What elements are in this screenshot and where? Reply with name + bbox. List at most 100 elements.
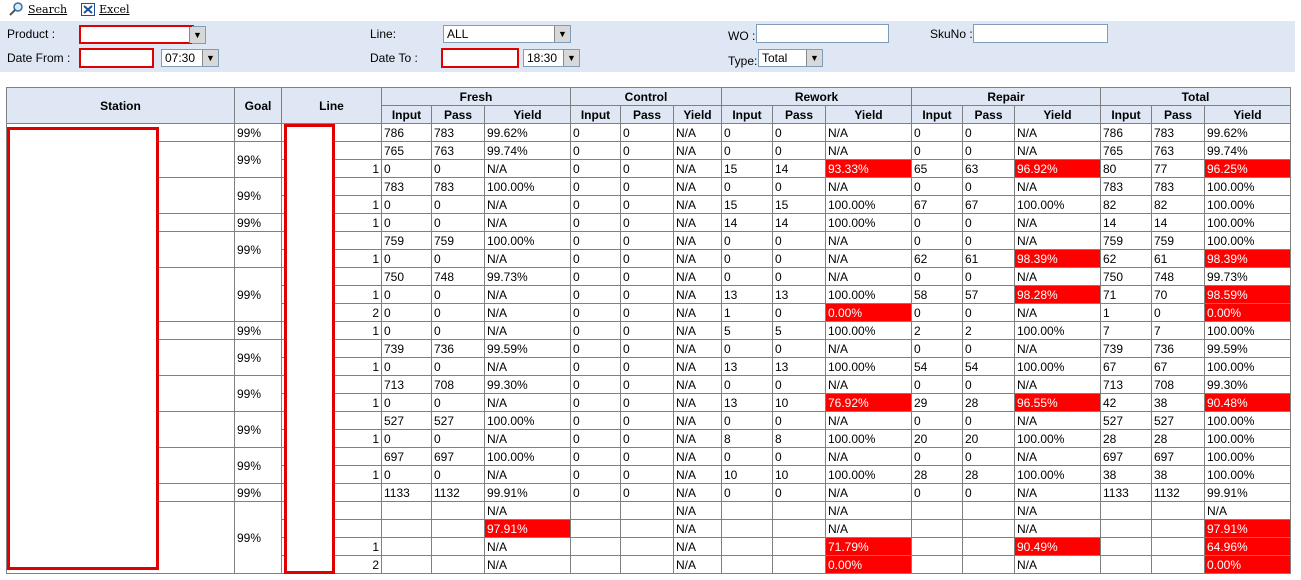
data-cell: 0 [911,339,963,358]
data-cell [381,501,432,520]
data-cell: 100.00% [1204,195,1291,214]
skuno-input[interactable] [973,24,1108,43]
time-from-select[interactable]: 07:30 ▼ [161,49,219,67]
data-cell: 100.00% [1014,195,1101,214]
data-cell: 14 [1151,213,1205,232]
product-select[interactable] [79,25,194,44]
search-label[interactable]: Search [28,3,67,16]
data-cell: 100.00% [1204,321,1291,340]
wo-input[interactable] [756,24,889,43]
data-cell: 67 [911,195,963,214]
goal-cell: 99% [234,375,282,412]
data-cell [620,555,674,574]
data-cell [620,537,674,556]
data-cell: N/A [484,321,571,340]
product-dropdown-arrow[interactable]: ▼ [189,26,206,44]
excel-label[interactable]: Excel [99,3,129,16]
data-cell: N/A [1014,483,1101,502]
data-cell: N/A [1014,339,1101,358]
data-cell [962,519,1015,538]
date-to-input[interactable] [441,48,519,68]
data-cell: 100.00% [1204,177,1291,196]
data-cell: N/A [1014,375,1101,394]
data-cell: 0 [962,141,1015,160]
data-cell: 0 [721,249,773,268]
data-cell: 99.73% [1204,267,1291,286]
data-cell: 61 [1151,249,1205,268]
data-cell: 0 [620,285,674,304]
data-cell [721,501,773,520]
subheader-yield: Yield [1014,105,1101,124]
data-cell: 100.00% [1204,429,1291,448]
data-cell: 783 [1151,177,1205,196]
date-from-input[interactable] [79,48,154,68]
search-link[interactable]: Search [8,2,67,16]
data-cell: 14 [1100,213,1152,232]
data-cell: 8 [772,429,826,448]
data-cell [431,501,485,520]
data-cell: 98.39% [1204,249,1291,268]
data-cell: 42 [1100,393,1152,412]
data-cell [620,519,674,538]
subheader-yield: Yield [484,105,571,124]
data-cell: 0 [570,447,621,466]
data-cell [962,555,1015,574]
data-cell: N/A [673,393,722,412]
goal-cell: 99% [234,123,282,142]
data-cell: 99.62% [484,123,571,142]
goal-cell: 99% [234,231,282,268]
type-select[interactable]: Total ▼ [758,49,823,67]
data-cell: 100.00% [484,231,571,250]
data-cell [721,537,773,556]
data-cell: N/A [825,123,912,142]
data-cell: N/A [673,267,722,286]
data-cell: 0 [570,339,621,358]
table-row: 99% 527 527 100.00% 0 0 N/A 0 0 N/A 0 0 N/A 527 527 100… [6,411,1291,448]
data-cell: 98.59% [1204,285,1291,304]
data-cell: 0 [772,141,826,160]
data-cell: 100.00% [1204,357,1291,376]
data-cell: 0 [570,123,621,142]
data-cell: N/A [825,483,912,502]
line-select[interactable]: ALL ▼ [443,25,571,43]
data-cell: 750 [1100,267,1152,286]
data-cell: N/A [484,303,571,322]
data-cell: 0 [911,123,963,142]
data-cell: 38 [1151,393,1205,412]
data-cell [431,537,485,556]
data-cell: 5 [772,321,826,340]
data-cell: 0 [570,177,621,196]
data-cell: 57 [962,285,1015,304]
data-cell: 100.00% [1204,231,1291,250]
data-cell: 97.91% [1204,519,1291,538]
data-cell: 783 [431,177,485,196]
data-cell: 0 [772,483,826,502]
data-cell: 54 [962,357,1015,376]
data-cell: 80 [1100,159,1152,178]
data-cell: 64.96% [1204,537,1291,556]
data-cell [1151,519,1205,538]
data-cell [570,501,621,520]
data-cell: 765 [381,141,432,160]
data-cell: N/A [673,285,722,304]
data-cell [570,519,621,538]
data-cell: 0 [962,213,1015,232]
data-cell: 0 [381,249,432,268]
line-redaction-box [284,124,335,574]
type-label: Type: [728,54,758,68]
chevron-down-icon: ▼ [202,50,218,66]
data-cell: 763 [1151,141,1205,160]
data-cell: 0 [962,123,1015,142]
data-cell: 0 [962,177,1015,196]
data-cell: 0 [620,321,674,340]
data-cell: 739 [1100,339,1152,358]
time-to-select[interactable]: 18:30 ▼ [523,49,580,67]
yield-table: Station Goal Line Fresh Control Rework R… [6,87,1291,574]
data-cell [911,501,963,520]
table-body: 99% 786 783 99.62% 0 0 N/A 0 0 N/A 0 0 N/A 786 783 99.6… [6,123,1291,574]
goal-cell: 99% [234,267,282,322]
group-header-total: Total [1100,87,1291,106]
excel-link[interactable]: Excel [81,2,130,16]
data-cell: N/A [484,195,571,214]
data-cell: N/A [1014,501,1101,520]
